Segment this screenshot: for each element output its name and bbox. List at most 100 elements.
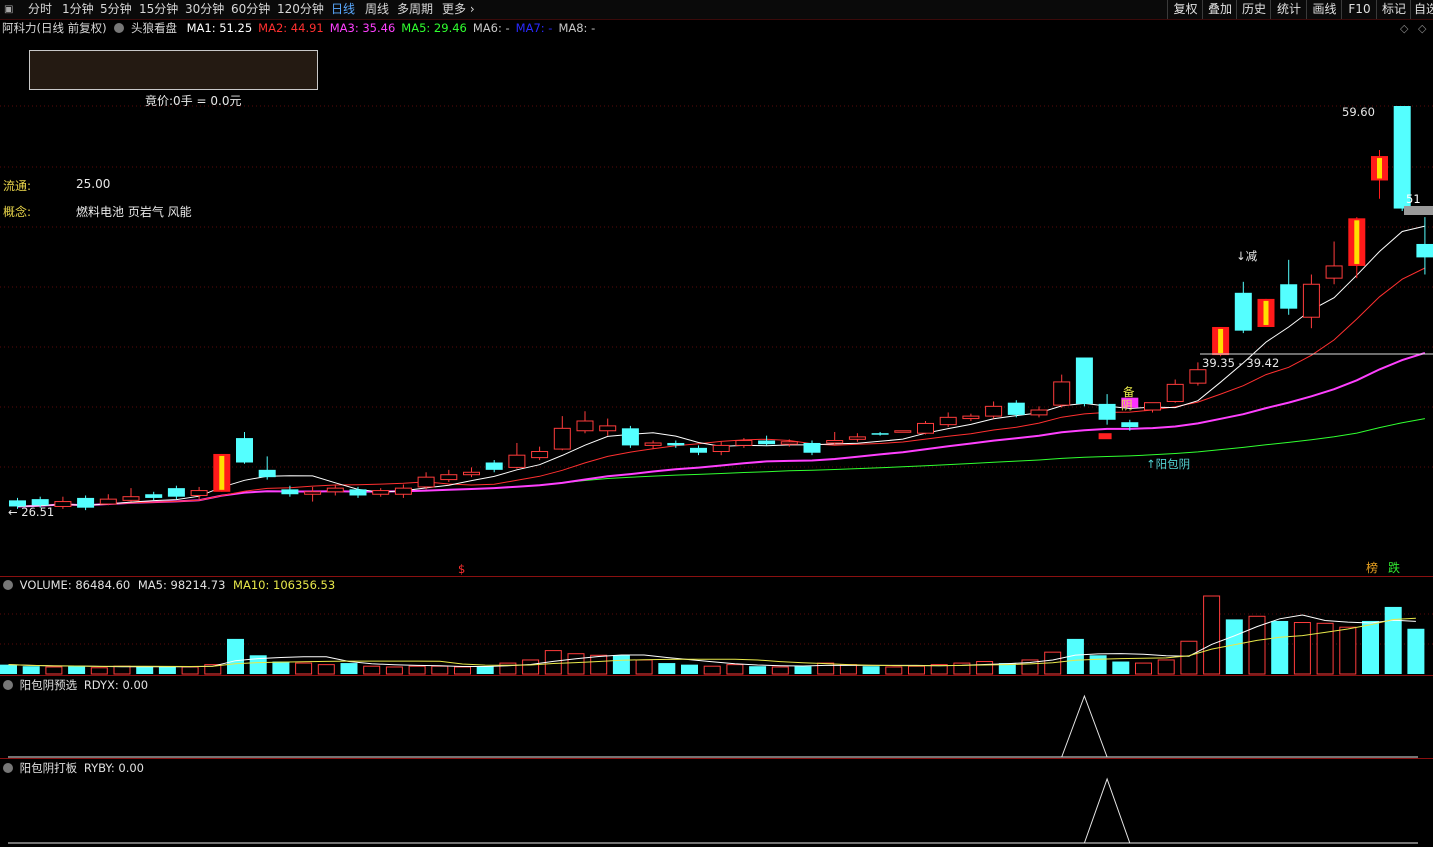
volume-bar xyxy=(681,664,698,674)
candle-body xyxy=(599,425,617,432)
current-price-tag xyxy=(1404,206,1433,215)
yin-annotation: 阴 xyxy=(1121,398,1133,412)
volume-bar xyxy=(817,662,835,675)
candle xyxy=(1166,379,1184,403)
candle-body xyxy=(1007,402,1025,415)
volume-bar xyxy=(703,665,721,675)
candle-body xyxy=(77,497,95,508)
candle-body xyxy=(803,442,821,453)
candle-body xyxy=(1075,357,1093,404)
volume-bar xyxy=(45,666,63,675)
candle-body xyxy=(690,447,707,453)
volume-bar xyxy=(408,665,426,675)
candle xyxy=(621,425,639,448)
candle xyxy=(531,446,549,461)
candle-body xyxy=(1053,381,1071,406)
candle-body xyxy=(1144,402,1161,411)
toolbar-button[interactable]: 自选 xyxy=(1410,0,1433,19)
volume-bar xyxy=(1407,628,1425,674)
volume-bar xyxy=(136,666,154,674)
candle-body xyxy=(145,494,163,498)
candle xyxy=(576,411,594,434)
candle-body xyxy=(939,416,957,426)
candle-body xyxy=(985,405,1003,417)
volume-bar xyxy=(1271,620,1289,674)
period-tab[interactable]: 更多 › xyxy=(442,1,475,18)
period-tab[interactable]: 30分钟 xyxy=(185,1,224,18)
volume-bar xyxy=(0,664,17,674)
period-tab[interactable]: 多周期 xyxy=(397,1,433,18)
toolbar-button[interactable]: F10 xyxy=(1341,0,1377,19)
candle xyxy=(985,401,1003,419)
toolbar-button[interactable]: 统计 xyxy=(1270,0,1307,19)
candle xyxy=(758,435,776,446)
volume-bar xyxy=(181,666,199,675)
candle-body xyxy=(281,489,299,495)
candle-body xyxy=(780,441,798,445)
toolbar-button[interactable]: 复权 xyxy=(1167,0,1203,19)
volume-bar xyxy=(227,638,244,674)
toolbar-button[interactable]: 标记 xyxy=(1376,0,1411,19)
toolbar-button[interactable]: 画线 xyxy=(1306,0,1342,19)
jian-annotation: ↓减 xyxy=(1236,249,1258,263)
candle-body xyxy=(621,428,639,446)
volume-bar xyxy=(862,666,880,674)
high-price-label: 59.60 xyxy=(1342,105,1375,119)
volume-bar xyxy=(590,654,608,675)
candle-body xyxy=(531,451,549,459)
candle xyxy=(417,472,435,490)
candle xyxy=(485,460,503,473)
candle-body xyxy=(1166,383,1184,402)
candle-body xyxy=(372,490,390,495)
volume-chart[interactable] xyxy=(0,577,1433,675)
bei-annotation: 备 xyxy=(1123,385,1135,399)
ryby-chart[interactable] xyxy=(0,759,1433,847)
period-tab[interactable]: 周线 xyxy=(365,1,389,18)
volume-bar xyxy=(113,665,131,675)
rdyx-chart[interactable] xyxy=(0,676,1433,758)
candle xyxy=(1007,400,1025,418)
candle-body xyxy=(463,471,480,476)
candle xyxy=(917,420,934,435)
candle-core xyxy=(1354,220,1360,264)
volume-bar xyxy=(522,659,540,675)
volume-bar xyxy=(1293,622,1311,675)
period-tab[interactable]: 120分钟 xyxy=(277,1,324,18)
candle-body xyxy=(735,440,753,446)
period-tab[interactable]: 5分钟 xyxy=(100,1,132,18)
candle-body xyxy=(54,501,72,507)
candle-body xyxy=(1098,403,1116,420)
volume-bar xyxy=(658,663,676,674)
candle xyxy=(394,484,412,498)
volume-bar xyxy=(726,664,744,675)
volume-bar xyxy=(908,665,925,675)
window-icon[interactable]: ▣ xyxy=(4,1,13,18)
candle-body xyxy=(1234,292,1252,331)
period-tab[interactable]: 1分钟 xyxy=(62,1,94,18)
candle xyxy=(1416,217,1433,275)
period-tab[interactable]: 15分钟 xyxy=(139,1,178,18)
candlestick-chart[interactable]: 59.60 ← 26.51 39.35 - 39.42 ↓减备阴 ↑阳包阴 $ 榜跌 51 xyxy=(0,20,1433,576)
volume-bar xyxy=(612,655,630,674)
candle xyxy=(962,413,980,421)
toolbar-button[interactable]: 叠加 xyxy=(1202,0,1237,19)
candle xyxy=(77,495,95,511)
period-tab[interactable]: 60分钟 xyxy=(231,1,270,18)
candle-body xyxy=(644,442,662,446)
volume-bar xyxy=(635,659,653,675)
period-tab[interactable]: 分时 xyxy=(28,1,52,18)
candle xyxy=(1212,326,1230,357)
candle-body xyxy=(508,454,526,468)
candle xyxy=(304,486,322,502)
candle-body xyxy=(99,498,117,505)
candle-core xyxy=(1218,328,1224,354)
candle xyxy=(871,431,889,436)
period-tab[interactable]: 日线 xyxy=(331,1,355,18)
candle xyxy=(690,445,707,456)
volume-bar xyxy=(1316,622,1334,675)
candle xyxy=(848,433,866,442)
candle-body xyxy=(394,487,412,495)
candle-body xyxy=(236,438,253,463)
toolbar-button[interactable]: 历史 xyxy=(1236,0,1271,19)
candle xyxy=(326,484,344,496)
